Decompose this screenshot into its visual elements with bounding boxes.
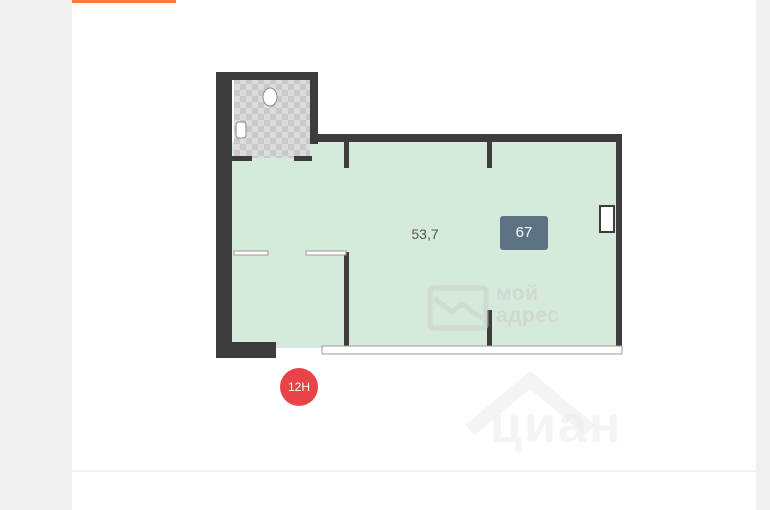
- interior-line-right: [305, 250, 347, 256]
- partition-vertical: [344, 252, 349, 346]
- cian-watermark: циан: [490, 396, 623, 454]
- facade-glazing: [321, 345, 623, 355]
- watermark-line-1: мой: [496, 282, 539, 305]
- window-right: [599, 205, 615, 233]
- watermark-text: мой адрес: [496, 283, 559, 327]
- watermark-line-2: адрес: [496, 304, 560, 327]
- toilet-icon: [262, 87, 278, 107]
- interior-line-left: [233, 250, 269, 256]
- wall-top-bathroom: [216, 72, 316, 80]
- bathroom-wall-bottom-right: [294, 156, 312, 161]
- wall-left: [216, 72, 232, 358]
- floor-plan-drawing: [216, 72, 623, 436]
- sink-icon: [235, 121, 247, 139]
- wall-right: [616, 134, 622, 348]
- partition-top-1: [344, 142, 349, 168]
- partition-top-2: [487, 142, 492, 168]
- room-number-badge: 67: [500, 216, 548, 250]
- page: 53,7 67 мой адрес циан 12Н: [0, 0, 770, 510]
- unit-marker-badge[interactable]: 12Н: [280, 368, 318, 406]
- wall-right-bathroom: [310, 72, 318, 144]
- area-label: 53,7: [411, 226, 439, 242]
- bathroom-wall-bottom-left: [232, 156, 252, 161]
- wall-top-main: [310, 134, 622, 142]
- wall-bottom-left: [216, 342, 276, 358]
